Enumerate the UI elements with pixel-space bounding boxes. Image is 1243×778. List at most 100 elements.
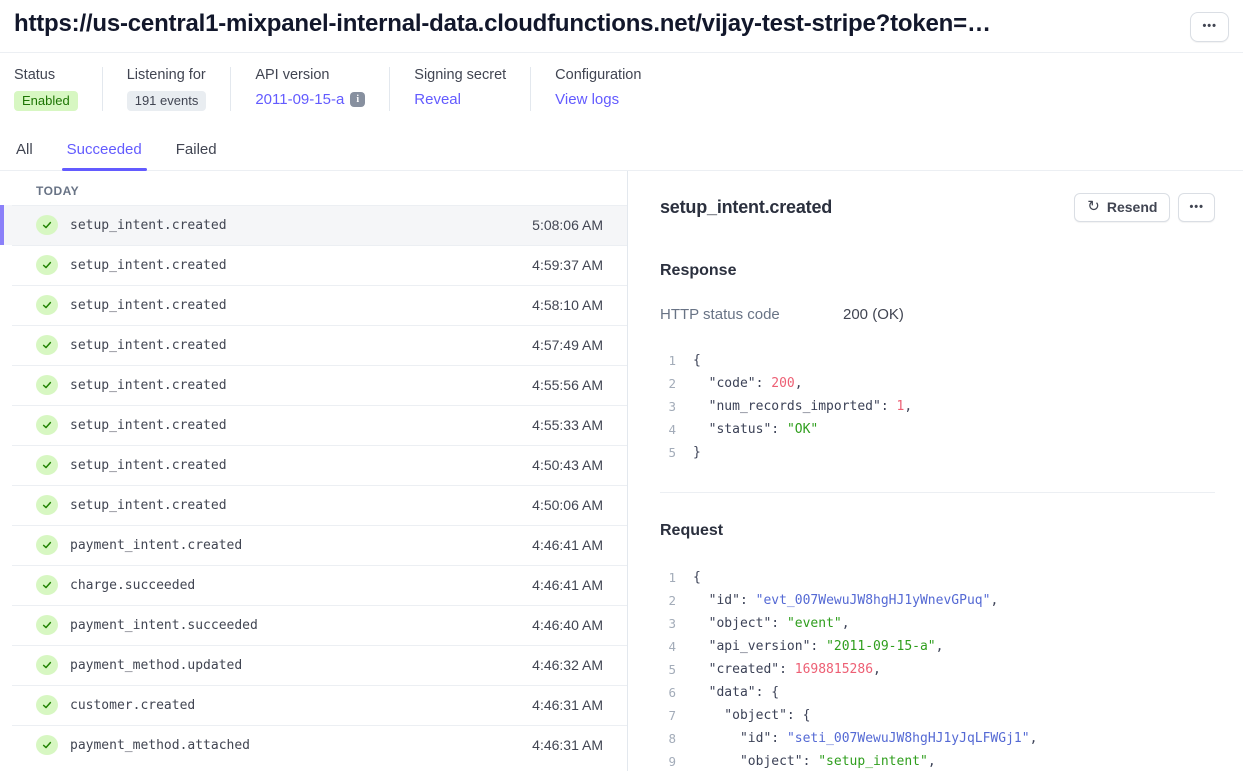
event-list-item[interactable]: setup_intent.created4:59:37 AM: [0, 245, 627, 285]
section-divider: [660, 492, 1215, 493]
code-token: :: [756, 372, 772, 395]
info-icon: i: [350, 92, 365, 107]
code-token: ,: [990, 589, 998, 612]
line-number: 3: [660, 612, 676, 635]
event-time: 4:50:06 AM: [532, 497, 603, 513]
detail-overflow-button[interactable]: •••: [1178, 193, 1215, 222]
event-list-item[interactable]: customer.created4:46:31 AM: [0, 685, 627, 725]
code-token: : {: [787, 704, 810, 727]
line-number: 4: [660, 418, 676, 441]
code-token: "id": [693, 589, 740, 612]
success-check-icon: [36, 535, 58, 555]
header-overflow-button[interactable]: •••: [1190, 12, 1229, 42]
code-token: {: [693, 566, 701, 589]
endpoint-url-title: https://us-central1-mixpanel-internal-da…: [14, 8, 991, 39]
success-check-icon: [36, 695, 58, 715]
code-token: "code": [693, 372, 756, 395]
code-token: :: [779, 658, 795, 681]
event-list-item[interactable]: payment_method.attached4:46:31 AM: [0, 725, 627, 765]
event-time: 4:50:43 AM: [532, 457, 603, 473]
line-number: 1: [660, 349, 676, 372]
code-token: ,: [1030, 727, 1038, 750]
event-name: setup_intent.created: [70, 298, 227, 313]
code-line: 2 "id": "evt_007WewuJW8hgHJ1yWnevGPuq",: [660, 589, 1215, 612]
code-token: "object": [693, 612, 771, 635]
code-token: 1698815286: [795, 658, 873, 681]
http-status-value: 200 (OK): [843, 306, 904, 323]
code-token: "object": [693, 750, 803, 773]
event-time: 4:57:49 AM: [532, 337, 603, 353]
event-list-item[interactable]: setup_intent.created4:50:43 AM: [0, 445, 627, 485]
event-list-item[interactable]: setup_intent.created4:50:06 AM: [0, 485, 627, 525]
event-list-item[interactable]: setup_intent.created4:55:56 AM: [0, 365, 627, 405]
stat-api-version: API version 2011-09-15-a i: [230, 67, 389, 111]
api-version-link[interactable]: 2011-09-15-a: [255, 91, 344, 108]
event-list-item[interactable]: setup_intent.created 4:58:10 AM: [0, 285, 627, 325]
event-time: 4:55:33 AM: [532, 417, 603, 433]
code-token: "data": [693, 681, 756, 704]
resend-label: Resend: [1107, 199, 1158, 215]
http-status-row: HTTP status code 200 (OK): [660, 306, 1215, 323]
code-token: :: [771, 727, 787, 750]
event-time: 4:58:10 AM: [532, 297, 603, 313]
event-name: charge.succeeded: [70, 578, 195, 593]
event-list-item[interactable]: setup_intent.created4:55:33 AM: [0, 405, 627, 445]
event-list-item[interactable]: payment_intent.created4:46:41 AM: [0, 525, 627, 565]
success-check-icon: [36, 215, 58, 235]
request-heading: Request: [660, 522, 1215, 540]
reveal-secret-link[interactable]: Reveal: [414, 91, 461, 108]
event-list-item[interactable]: payment_method.updated4:46:32 AM: [0, 645, 627, 685]
event-name: setup_intent.created: [70, 378, 227, 393]
event-list-item[interactable]: payment_intent.succeeded4:46:40 AM: [0, 605, 627, 645]
success-check-icon: [36, 735, 58, 755]
code-line: 7 "object": {: [660, 704, 1215, 727]
code-token: ,: [795, 372, 803, 395]
code-token: "setup_intent": [818, 750, 928, 773]
event-detail-title: setup_intent.created: [660, 197, 832, 218]
line-number: 2: [660, 372, 676, 395]
tab-failed[interactable]: Failed: [174, 133, 219, 170]
line-number: 9: [660, 750, 676, 773]
ellipsis-icon: •••: [1202, 20, 1217, 32]
view-logs-link[interactable]: View logs: [555, 91, 619, 108]
line-number: 5: [660, 441, 676, 464]
success-check-icon: [36, 455, 58, 475]
code-token: "event": [787, 612, 842, 635]
stat-label: Status: [14, 67, 78, 83]
line-number: 7: [660, 704, 676, 727]
stat-listening-for: Listening for 191 events: [102, 67, 231, 111]
success-check-icon: [36, 255, 58, 275]
code-token: "2011-09-15-a": [826, 635, 936, 658]
event-name: payment_intent.created: [70, 538, 242, 553]
code-line: 5 "created": 1698815286,: [660, 658, 1215, 681]
code-token: ,: [904, 395, 912, 418]
code-token: 200: [771, 372, 794, 395]
code-token: ,: [842, 612, 850, 635]
event-name: payment_intent.succeeded: [70, 618, 258, 633]
events-count-badge: 191 events: [127, 91, 207, 111]
code-line: 5}: [660, 441, 1215, 464]
code-line: 1{: [660, 566, 1215, 589]
event-name: setup_intent.created: [70, 338, 227, 353]
success-check-icon: [36, 615, 58, 635]
stat-label: Signing secret: [414, 67, 506, 83]
line-number: 6: [660, 681, 676, 704]
code-line: 4 "api_version": "2011-09-15-a",: [660, 635, 1215, 658]
object-id-link[interactable]: "evt_007WewuJW8hgHJ1yWnevGPuq": [756, 589, 991, 612]
code-line: 9 "object": "setup_intent",: [660, 750, 1215, 773]
code-token: ,: [936, 635, 944, 658]
resend-button[interactable]: ↻ Resend: [1074, 193, 1170, 222]
code-line: 6 "data": {: [660, 681, 1215, 704]
event-name: customer.created: [70, 698, 195, 713]
success-check-icon: [36, 655, 58, 675]
event-filter-tabs: All Succeeded Failed: [0, 127, 1243, 171]
stat-signing-secret: Signing secret Reveal: [389, 67, 530, 111]
event-list-item[interactable]: setup_intent.created 4:57:49 AM: [0, 325, 627, 365]
tab-all[interactable]: All: [14, 133, 35, 170]
tab-succeeded[interactable]: Succeeded: [65, 133, 144, 170]
object-id-link[interactable]: "seti_007WewuJW8hgHJ1yJqLFWGj1": [787, 727, 1030, 750]
event-list-item[interactable]: setup_intent.created5:08:06 AM: [0, 205, 627, 245]
event-list-item[interactable]: charge.succeeded4:46:41 AM: [0, 565, 627, 605]
success-check-icon: [36, 335, 58, 355]
success-check-icon: [36, 575, 58, 595]
